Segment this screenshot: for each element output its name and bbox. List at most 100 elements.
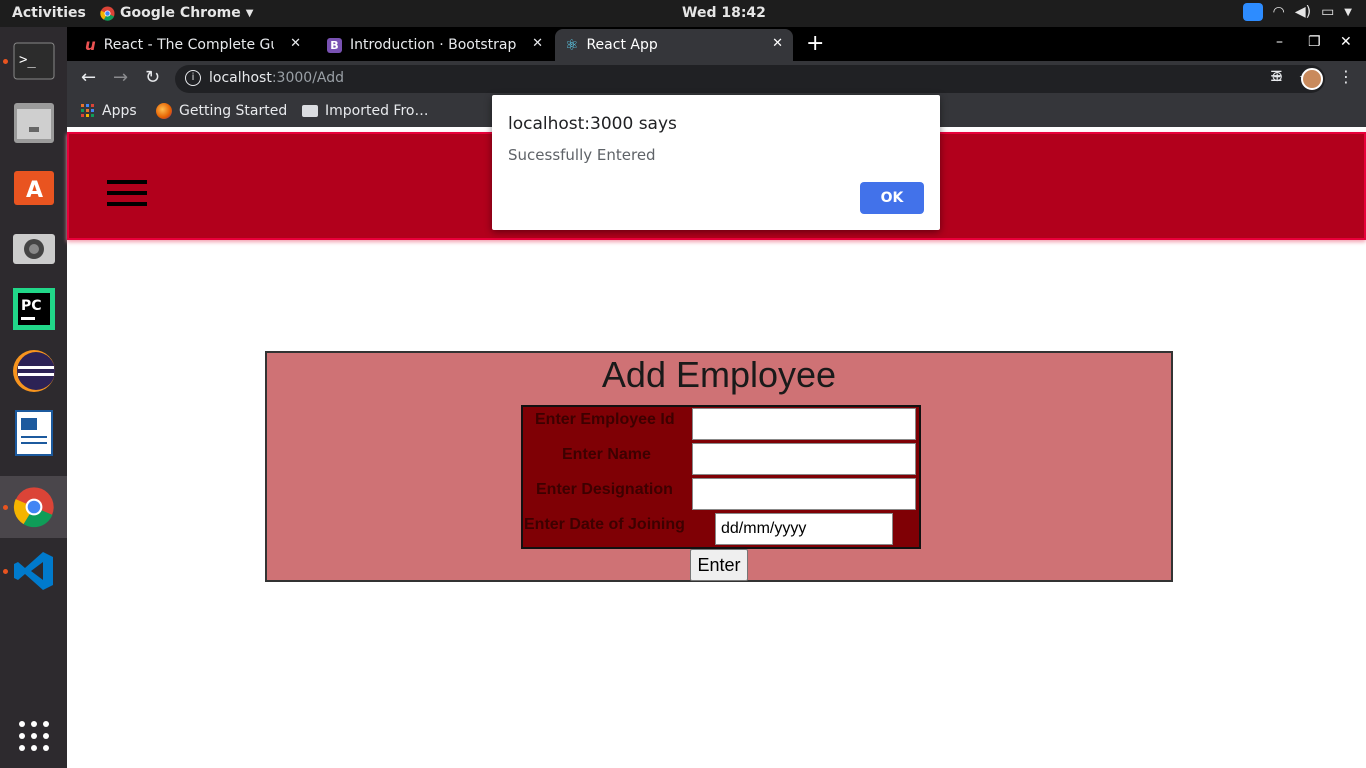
- eclipse-icon: [12, 350, 55, 392]
- dock-vscode[interactable]: [0, 540, 67, 602]
- form-title: Add Employee: [601, 354, 837, 395]
- wifi-icon: ◠: [1272, 4, 1285, 20]
- dock-chrome[interactable]: [0, 476, 67, 538]
- avatar[interactable]: [1301, 68, 1323, 90]
- pycharm-icon: PC: [12, 288, 55, 330]
- menu-icon[interactable]: ⋮: [1338, 67, 1354, 86]
- new-tab-icon[interactable]: +: [806, 31, 824, 56]
- alert-dialog: localhost:3000 says Sucessfully Entered …: [492, 95, 940, 230]
- ok-button[interactable]: OK: [860, 182, 924, 214]
- address-bar[interactable]: i localhost:3000/Add ⊕ ☆: [175, 65, 1325, 93]
- close-window-icon[interactable]: ✕: [1340, 34, 1352, 50]
- dock: >_ A PC: [0, 27, 67, 768]
- bookmark-getting-started[interactable]: Getting Started: [156, 103, 287, 119]
- dialog-title: localhost:3000 says: [508, 114, 677, 134]
- url-text: localhost:3000/Add: [209, 70, 344, 86]
- tab-strip: u React - The Complete Guid ✕ B Introduc…: [67, 27, 1366, 61]
- tab-bootstrap[interactable]: B Introduction · Bootstrap v ✕: [317, 29, 553, 61]
- hamburger-line: [107, 180, 147, 184]
- enter-button[interactable]: Enter: [690, 549, 748, 581]
- back-icon[interactable]: ←: [81, 68, 96, 88]
- dock-terminal[interactable]: >_: [0, 30, 67, 92]
- bookmark-imported[interactable]: Imported Fro…: [302, 103, 428, 119]
- date-of-joining-label: Enter Date of Joining: [524, 516, 685, 533]
- dock-camera[interactable]: [0, 216, 67, 278]
- chrome-icon: [100, 5, 115, 21]
- hamburger-menu-icon[interactable]: [107, 180, 147, 213]
- folder-icon: [302, 105, 318, 117]
- media-control-icon[interactable]: ☰: [1270, 69, 1283, 85]
- app-menu-label: Google Chrome: [120, 5, 241, 21]
- dock-pycharm[interactable]: PC: [0, 278, 67, 340]
- designation-label: Enter Designation: [536, 481, 673, 498]
- form-row-date-of-joining: Enter Date of Joining dd/mm/yyyy: [523, 512, 919, 547]
- volume-icon: ◀): [1294, 4, 1312, 20]
- form-table: Enter Employee Id Enter Name Enter Desig…: [521, 405, 921, 549]
- dock-writer[interactable]: [0, 402, 67, 464]
- clock[interactable]: Wed 18:42: [682, 5, 766, 21]
- tab-title: React - The Complete Guid: [103, 37, 274, 53]
- camera-icon: [12, 234, 55, 264]
- system-top-bar: Activities Google Chrome ▼ Wed 18:42 ◠ ◀…: [0, 0, 1366, 27]
- svg-text:A: A: [26, 178, 43, 203]
- system-tray[interactable]: ◠ ◀) ▭ ▼: [1242, 3, 1352, 21]
- employee-id-input[interactable]: [692, 408, 916, 440]
- show-applications-button[interactable]: [0, 705, 67, 767]
- running-indicator: [3, 568, 8, 574]
- app-menu[interactable]: Google Chrome ▼: [100, 5, 253, 21]
- activities-button[interactable]: Activities: [12, 5, 86, 21]
- svg-text:PC: PC: [21, 298, 42, 314]
- files-icon: [13, 103, 54, 143]
- bookmark-label: Apps: [102, 103, 137, 119]
- date-of-joining-input[interactable]: dd/mm/yyyy: [715, 513, 893, 545]
- bookmark-apps[interactable]: Apps: [81, 103, 137, 119]
- info-icon: i: [185, 70, 201, 86]
- battery-icon: ▭: [1321, 4, 1335, 20]
- tab-title: Introduction · Bootstrap v: [350, 37, 520, 53]
- tab-react-app[interactable]: ⚛ React App ✕: [555, 29, 793, 61]
- bookmark-label: Imported Fro…: [325, 103, 429, 119]
- running-indicator: [3, 58, 8, 64]
- apps-grid-icon: [81, 104, 94, 117]
- name-label: Enter Name: [562, 446, 651, 463]
- running-indicator: [3, 504, 8, 510]
- dock-files[interactable]: [0, 92, 67, 154]
- form-row-name: Enter Name: [523, 442, 919, 477]
- employee-id-label: Enter Employee Id: [535, 411, 675, 428]
- dock-eclipse[interactable]: [0, 340, 67, 402]
- form-row-employee-id: Enter Employee Id: [523, 407, 919, 442]
- chevron-down-icon: ▼: [1344, 6, 1352, 18]
- dock-software[interactable]: A: [0, 154, 67, 216]
- vscode-icon: [13, 552, 53, 590]
- tab-react-guide[interactable]: u React - The Complete Guid ✕: [75, 29, 311, 61]
- close-icon[interactable]: ✕: [772, 36, 783, 51]
- close-icon[interactable]: ✕: [290, 36, 301, 51]
- name-input[interactable]: [692, 443, 916, 475]
- svg-text:>_: >_: [19, 52, 36, 68]
- app-grid-icon: [18, 721, 49, 751]
- react-icon: ⚛: [565, 36, 579, 54]
- libreoffice-writer-icon: [14, 410, 53, 456]
- dialog-message: Sucessfully Entered: [508, 146, 656, 164]
- chrome-icon: [13, 487, 54, 528]
- close-icon[interactable]: ✕: [532, 36, 543, 51]
- minimize-icon[interactable]: –: [1276, 34, 1283, 50]
- forward-icon[interactable]: →: [113, 68, 128, 88]
- url-host: localhost: [209, 70, 272, 86]
- reload-icon[interactable]: ↻: [145, 68, 160, 88]
- browser-toolbar: ← → ↻ i localhost:3000/Add ⊕ ☆ ☰ ⋮: [67, 61, 1366, 97]
- software-center-icon: A: [13, 171, 54, 205]
- terminal-icon: >_: [13, 42, 54, 80]
- restore-icon[interactable]: ❐: [1308, 34, 1321, 50]
- udemy-icon: u: [85, 36, 96, 54]
- bootstrap-icon: B: [327, 37, 342, 53]
- hamburger-line: [107, 202, 147, 206]
- chevron-down-icon: ▼: [245, 7, 254, 19]
- tab-title: React App: [586, 37, 658, 53]
- firefox-icon: [156, 103, 172, 119]
- zoom-icon[interactable]: [1242, 3, 1263, 21]
- designation-input[interactable]: [692, 478, 916, 510]
- bookmark-label: Getting Started: [179, 103, 288, 119]
- form-row-designation: Enter Designation: [523, 477, 919, 512]
- hamburger-line: [107, 191, 147, 195]
